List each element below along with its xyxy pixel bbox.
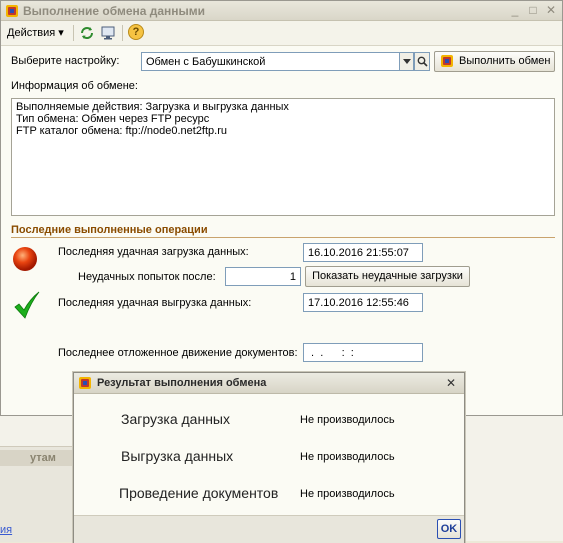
dialog-footer: OK — [74, 515, 464, 543]
dialog-titlebar[interactable]: Результат выполнения обмена ✕ — [74, 373, 464, 394]
run-exchange-button[interactable]: Выполнить обмен — [434, 51, 555, 72]
last-load-date-field[interactable]: 16.10.2016 21:55:07 — [303, 243, 423, 262]
chevron-down-icon — [402, 59, 411, 64]
info-line: FTP каталог обмена: ftp://node0.net2ftp.… — [16, 125, 228, 137]
info-text-box[interactable]: Выполняемые действия: Загрузка и выгрузк… — [11, 98, 555, 216]
toolbar-separator — [122, 25, 123, 41]
last-load-label: Последняя удачная загрузка данных: — [58, 246, 249, 258]
app-logo-icon — [6, 5, 18, 17]
help-icon[interactable]: ? — [128, 24, 144, 40]
result-row-label: Загрузка данных — [121, 411, 230, 427]
exchange-window: Выполнение обмена данными _ □ ✕ Действия… — [0, 0, 563, 416]
close-button[interactable]: ✕ — [544, 4, 558, 17]
result-row-value: Не производилось — [300, 414, 395, 426]
settings-search-button[interactable] — [414, 52, 430, 71]
deferred-movement-label: Последнее отложенное движение документов… — [58, 347, 298, 359]
dialog-title: Результат выполнения обмена — [97, 377, 267, 389]
result-row-value: Не производилось — [300, 451, 395, 463]
maximize-button[interactable]: □ — [526, 4, 540, 17]
settings-dropdown-button[interactable] — [399, 52, 414, 71]
result-row-label: Выгрузка данных — [121, 448, 234, 464]
checkmark-icon — [14, 291, 40, 319]
monitor-icon[interactable] — [100, 25, 116, 41]
window-titlebar[interactable]: Выполнение обмена данными _ □ ✕ — [1, 1, 562, 21]
toolbar-separator — [73, 25, 74, 41]
run-exchange-label: Выполнить обмен — [459, 55, 551, 67]
info-label: Информация об обмене: — [11, 80, 138, 92]
actions-menu[interactable]: Действия ▾ — [7, 24, 64, 42]
show-failed-loads-button[interactable]: Показать неудачные загрузки — [305, 266, 470, 287]
background-panel-header: утам — [0, 450, 75, 466]
failed-attempts-label: Неудачных попыток после: — [78, 271, 216, 283]
settings-select[interactable]: Обмен с Бабушкинской — [141, 52, 400, 71]
info-line: Выполняемые действия: Загрузка и выгрузк… — [16, 101, 289, 113]
deferred-movement-field[interactable]: . . : : — [303, 343, 423, 362]
last-upload-date-field[interactable]: 17.10.2016 12:55:46 — [303, 293, 423, 312]
actions-menu-label: Действия — [7, 27, 56, 39]
last-upload-label: Последняя удачная выгрузка данных: — [58, 297, 252, 309]
dialog-close-button[interactable]: ✕ — [446, 376, 456, 390]
settings-label: Выберите настройку: — [11, 55, 120, 67]
error-status-icon — [13, 247, 37, 271]
ok-button[interactable]: OK — [437, 519, 461, 539]
app-logo-icon — [79, 377, 91, 389]
failed-attempts-field[interactable]: 1 — [225, 267, 301, 286]
result-row-label: Проведение документов — [119, 485, 279, 501]
section-divider — [11, 237, 555, 238]
chevron-down-icon: ▾ — [58, 27, 64, 39]
result-row-value: Не производилось — [300, 488, 395, 500]
refresh-icon[interactable] — [79, 25, 95, 41]
window-title: Выполнение обмена данными — [23, 4, 206, 18]
toolbar: Действия ▾ ? — [1, 21, 562, 46]
section-title: Последние выполненные операции — [11, 224, 208, 236]
exchange-icon — [441, 55, 453, 67]
search-icon — [417, 56, 428, 67]
result-dialog: Результат выполнения обмена ✕ Загрузка д… — [73, 372, 465, 543]
minimize-button[interactable]: _ — [508, 4, 522, 17]
info-line: Тип обмена: Обмен через FTP ресурс — [16, 113, 210, 125]
background-link[interactable]: ия — [0, 524, 12, 536]
